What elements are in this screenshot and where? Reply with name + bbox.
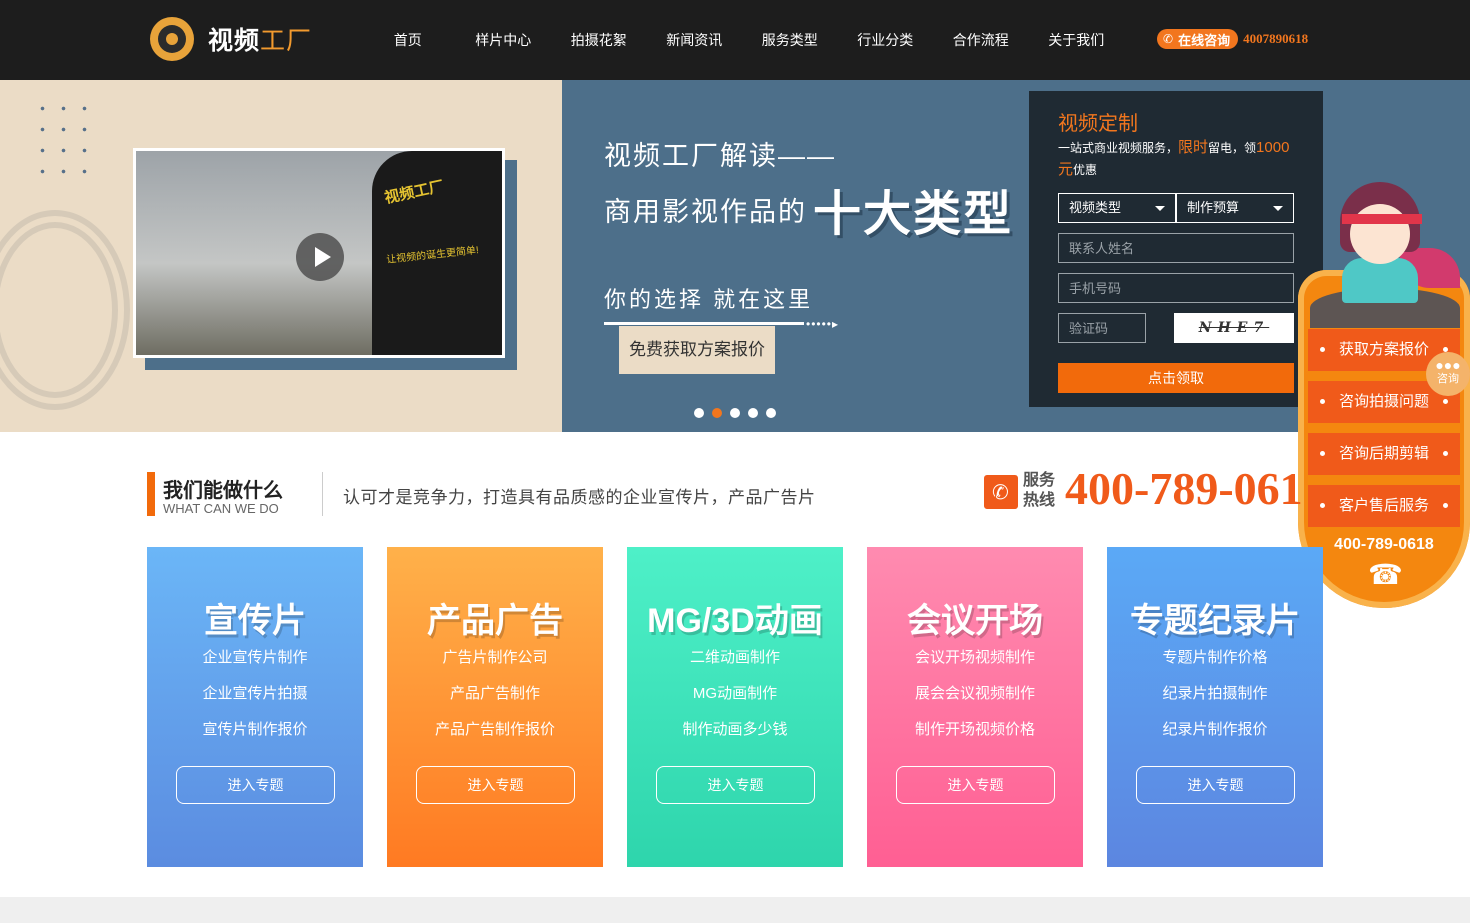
mascot-illustration xyxy=(1310,178,1460,328)
logo-text: 视频工厂 xyxy=(208,27,313,55)
banner-title-line2: 商用影视作品的 十大类型 xyxy=(604,174,1013,244)
enter-topic-button[interactable]: 进入专题 xyxy=(896,766,1055,804)
banner-title-line1: 视频工厂解读—— xyxy=(604,141,836,171)
float-phone-number[interactable]: 400-789-0618 xyxy=(1298,536,1470,554)
custom-video-form: 视频定制 一站式商业视频服务，限时留电，领1000元优惠 视频类型 制作预算 N… xyxy=(1029,91,1323,407)
section-title: 我们能做什么 xyxy=(163,480,283,502)
footer-strip xyxy=(0,897,1470,923)
nav-news[interactable]: 新闻资讯 xyxy=(647,30,743,50)
budget-select[interactable]: 制作预算 xyxy=(1176,193,1294,223)
card-title: 会议开场 xyxy=(907,602,1043,640)
banner-underline xyxy=(604,322,804,325)
card-link[interactable]: 广告片制作公司 xyxy=(387,646,603,667)
card-link[interactable]: 纪录片拍摄制作 xyxy=(1107,682,1323,703)
float-after-sales[interactable]: 客户售后服务 xyxy=(1308,485,1460,527)
enter-topic-button[interactable]: 进入专题 xyxy=(1136,766,1295,804)
mascot-body xyxy=(1342,258,1418,303)
mascot-headband xyxy=(1342,214,1422,224)
slider-dots xyxy=(694,408,784,418)
card-link[interactable]: 会议开场视频制作 xyxy=(867,646,1083,667)
nav-samples[interactable]: 样片中心 xyxy=(456,30,552,50)
section-description: 认可才是竞争力，打造具有品质感的企业宣传片，产品广告片 xyxy=(343,488,816,507)
nav-service-types[interactable]: 服务类型 xyxy=(742,30,838,50)
card-link[interactable]: 宣传片制作报价 xyxy=(147,718,363,739)
consult-bubble[interactable]: ●●● 咨询 xyxy=(1426,352,1470,396)
dot-pattern xyxy=(32,98,102,188)
nav-behind-scenes[interactable]: 拍摄花絮 xyxy=(551,30,647,50)
captcha-input[interactable] xyxy=(1058,313,1146,343)
play-icon[interactable] xyxy=(296,233,344,281)
consult-phone: 4007890618 xyxy=(1243,31,1309,46)
consult-bubble-label: 咨询 xyxy=(1437,373,1459,385)
card-link[interactable]: 二维动画制作 xyxy=(627,646,843,667)
card-link[interactable]: 产品广告制作 xyxy=(387,682,603,703)
film-reel-icon xyxy=(150,17,194,61)
banner-title-big: 十大类型 xyxy=(813,188,1014,241)
perforated-edge xyxy=(550,80,564,432)
section-accent-bar xyxy=(147,472,155,516)
video-player[interactable]: 视频工厂 让视频的诞生更简单! xyxy=(133,148,505,358)
banner-title-prefix: 商用影视作品的 xyxy=(604,196,807,227)
slider-dot[interactable] xyxy=(694,408,704,418)
slider-dot[interactable] xyxy=(730,408,740,418)
contact-name-input[interactable] xyxy=(1058,233,1294,263)
captcha-image[interactable]: NHE7 xyxy=(1174,313,1294,343)
service-cards: 宣传片 企业宣传片制作 企业宣传片拍摄 宣传片制作报价 进入专题 产品广告 广告… xyxy=(147,547,1323,867)
mascot-face xyxy=(1350,204,1410,264)
card-product-ad[interactable]: 产品广告 广告片制作公司 产品广告制作 产品广告制作报价 进入专题 xyxy=(387,547,603,867)
card-link[interactable]: 企业宣传片制作 xyxy=(147,646,363,667)
nav-industries[interactable]: 行业分类 xyxy=(838,30,934,50)
wave-pattern xyxy=(0,210,130,410)
card-link[interactable]: 纪录片制作报价 xyxy=(1107,718,1323,739)
consult-badge[interactable]: ✆ 在线咨询 xyxy=(1157,29,1239,49)
section-subtitle: WHAT CAN WE DO xyxy=(163,501,279,516)
telephone-icon[interactable]: ☎ xyxy=(1368,558,1403,591)
online-consult[interactable]: ✆ 在线咨询 4007890618 xyxy=(1157,29,1308,49)
card-title: 专题纪录片 xyxy=(1130,602,1300,640)
card-title: 产品广告 xyxy=(427,602,563,640)
card-link[interactable]: 制作开场视频价格 xyxy=(867,718,1083,739)
card-link[interactable]: 产品广告制作报价 xyxy=(387,718,603,739)
card-promo-video[interactable]: 宣传片 企业宣传片制作 企业宣传片拍摄 宣传片制作报价 进入专题 xyxy=(147,547,363,867)
float-editing-questions[interactable]: 咨询后期剪辑 xyxy=(1308,433,1460,475)
hero-banner: 视频工厂 让视频的诞生更简单! 视频工厂解读—— 商用影视作品的 十大类型 你的… xyxy=(0,80,1470,432)
card-conference-opening[interactable]: 会议开场 会议开场视频制作 展会会议视频制作 制作开场视频价格 进入专题 xyxy=(867,547,1083,867)
card-link[interactable]: 专题片制作价格 xyxy=(1107,646,1323,667)
card-link[interactable]: MG动画制作 xyxy=(627,682,843,703)
card-animation[interactable]: MG/3D动画 二维动画制作 MG动画制作 制作动画多少钱 进入专题 xyxy=(627,547,843,867)
site-header: 视频工厂 首页 样片中心 拍摄花絮 新闻资讯 服务类型 行业分类 合作流程 关于… xyxy=(0,0,1470,80)
consult-label: 在线咨询 xyxy=(1178,32,1231,48)
nav-home[interactable]: 首页 xyxy=(360,30,456,50)
card-title: MG/3D动画 xyxy=(647,602,823,640)
chat-icon: ●●● xyxy=(1435,357,1461,373)
section-divider xyxy=(322,472,323,516)
card-link[interactable]: 企业宣传片拍摄 xyxy=(147,682,363,703)
nav-process[interactable]: 合作流程 xyxy=(933,30,1029,50)
slider-dot-active[interactable] xyxy=(712,408,722,418)
phone-icon: ✆ xyxy=(1163,32,1174,46)
banner-subtitle: 你的选择 就在这里 xyxy=(604,287,814,312)
hotline-number[interactable]: 400-789-061 xyxy=(1065,462,1303,515)
form-title: 视频定制 xyxy=(1058,113,1138,135)
enter-topic-button[interactable]: 进入专题 xyxy=(416,766,575,804)
form-desc: 一站式商业视频服务，限时留电，领1000元优惠 xyxy=(1058,139,1290,178)
card-documentary[interactable]: 专题纪录片 专题片制作价格 纪录片拍摄制作 纪录片制作报价 进入专题 xyxy=(1107,547,1323,867)
card-link[interactable]: 展会会议视频制作 xyxy=(867,682,1083,703)
video-type-select[interactable]: 视频类型 xyxy=(1058,193,1176,223)
free-quote-button[interactable]: 免费获取方案报价 xyxy=(619,326,775,374)
site-logo[interactable]: 视频工厂 xyxy=(150,17,312,61)
slider-dot[interactable] xyxy=(766,408,776,418)
slider-dot[interactable] xyxy=(748,408,758,418)
phone-input[interactable] xyxy=(1058,273,1294,303)
card-title: 宣传片 xyxy=(204,602,306,640)
enter-topic-button[interactable]: 进入专题 xyxy=(176,766,335,804)
enter-topic-button[interactable]: 进入专题 xyxy=(656,766,815,804)
arrow-icon: •••••▸ xyxy=(806,317,840,331)
submit-button[interactable]: 点击领取 xyxy=(1058,363,1294,393)
nav-about[interactable]: 关于我们 xyxy=(1029,30,1125,50)
hotline-label: 服务 热线 xyxy=(1023,472,1056,509)
hotline-phone-icon xyxy=(984,475,1018,509)
card-link[interactable]: 制作动画多少钱 xyxy=(627,718,843,739)
main-nav: 首页 样片中心 拍摄花絮 新闻资讯 服务类型 行业分类 合作流程 关于我们 xyxy=(360,0,1124,80)
